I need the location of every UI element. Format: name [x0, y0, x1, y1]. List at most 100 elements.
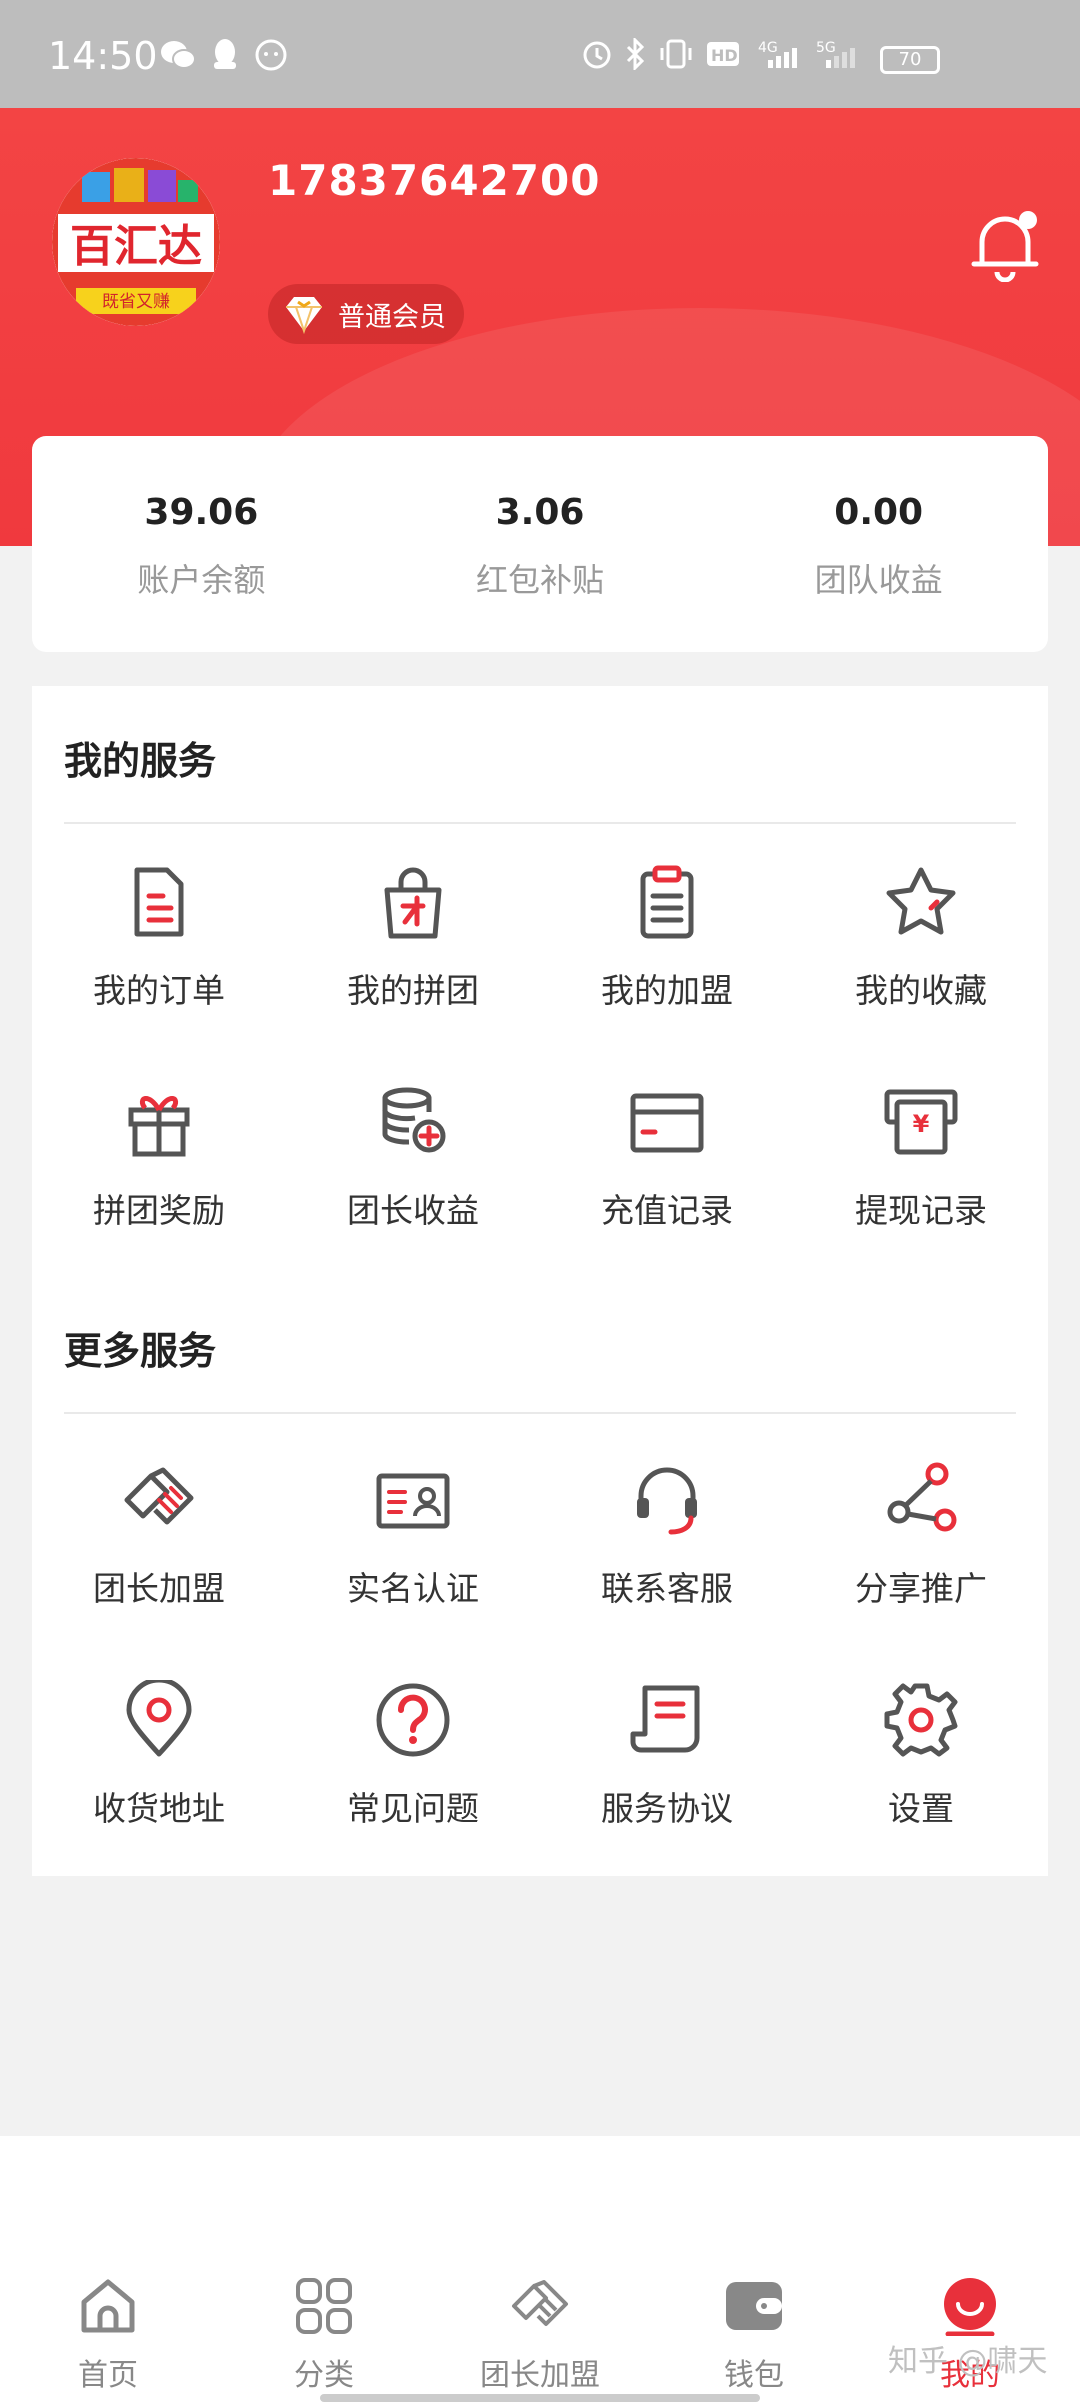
svg-text:5G: 5G — [816, 40, 836, 56]
service-contact-support[interactable]: 联系客服 — [540, 1460, 794, 1680]
withdraw-icon: ¥ — [884, 1089, 958, 1155]
signal-5g-icon: 5G — [816, 40, 855, 68]
group-bag-icon — [384, 867, 442, 939]
card-icon — [630, 1093, 704, 1153]
service-leader-income[interactable]: 团长收益 — [286, 1082, 540, 1302]
stat-red-packet[interactable]: 3.06 红包补贴 — [371, 436, 710, 652]
status-time: 14:50 — [48, 34, 158, 78]
headset-icon — [637, 1467, 697, 1535]
service-label: 团长加盟 — [93, 1569, 225, 1608]
gear-icon — [884, 1683, 958, 1757]
clipboard-icon — [640, 865, 694, 939]
service-share-promote[interactable]: 分享推广 — [794, 1460, 1048, 1680]
divider — [64, 822, 1016, 824]
coins-icon — [382, 1087, 446, 1153]
service-label: 我的收藏 — [855, 971, 987, 1010]
tab-label: 钱包 — [724, 2358, 784, 2393]
id-card-icon — [376, 1473, 450, 1529]
service-label: 服务协议 — [601, 1789, 733, 1828]
more-services-title: 更多服务 — [64, 1329, 217, 1373]
stat-label: 账户余额 — [137, 561, 266, 599]
svg-text:既省又赚: 既省又赚 — [102, 292, 170, 312]
service-my-favorites[interactable]: 我的收藏 — [794, 862, 1048, 1082]
divider — [64, 1412, 1016, 1414]
service-label: 我的加盟 — [601, 971, 733, 1010]
diamond-icon — [286, 297, 322, 335]
stat-label: 团队收益 — [814, 561, 943, 599]
message-icon — [255, 39, 287, 71]
member-level: 普通会员 — [338, 301, 446, 333]
qq-icon — [214, 39, 236, 69]
service-label: 常见问题 — [347, 1789, 479, 1828]
avatar[interactable]: 百汇达 既省又赚 — [52, 158, 220, 326]
bell-icon[interactable] — [970, 206, 1040, 282]
wallet-icon — [726, 2282, 782, 2330]
service-label: 拼团奖励 — [93, 1191, 225, 1230]
signal-4g-icon: 4G — [758, 40, 797, 68]
service-withdraw-record[interactable]: ¥ 提现记录 — [794, 1082, 1048, 1302]
service-label: 收货地址 — [93, 1789, 225, 1828]
vibrate-icon — [660, 39, 692, 69]
tab-category[interactable]: 分类 — [244, 2276, 404, 2396]
status-bar: 14:50 HD 4G 5G 70 — [0, 0, 1080, 108]
stat-value: 39.06 — [144, 492, 259, 533]
service-label: 实名认证 — [347, 1569, 479, 1608]
user-phone: 17837642700 — [268, 156, 601, 205]
profile-icon — [944, 2278, 996, 2336]
service-my-orders[interactable]: 我的订单 — [32, 862, 286, 1082]
stat-label: 红包补贴 — [476, 561, 605, 599]
service-label: 联系客服 — [601, 1569, 733, 1608]
alarm-icon — [583, 41, 611, 69]
tab-home[interactable]: 首页 — [28, 2276, 188, 2396]
wechat-icon — [161, 41, 196, 69]
service-faq[interactable]: 常见问题 — [286, 1680, 540, 1900]
service-label: 我的拼团 — [347, 971, 479, 1010]
handshake-icon — [512, 2280, 568, 2326]
bluetooth-icon — [626, 38, 645, 70]
tab-leader-join[interactable]: 团长加盟 — [460, 2276, 620, 2396]
service-shipping-address[interactable]: 收货地址 — [32, 1680, 286, 1900]
notification-icons — [160, 38, 288, 72]
system-icons: HD 4G 5G — [582, 38, 862, 70]
stat-value: 0.00 — [834, 492, 924, 533]
service-label: 提现记录 — [855, 1191, 987, 1230]
stat-balance[interactable]: 39.06 账户余额 — [32, 436, 371, 652]
gift-icon — [128, 1096, 190, 1157]
account-stats-card: 39.06 账户余额 3.06 红包补贴 0.00 团队收益 — [32, 436, 1048, 652]
battery-icon: 70 — [880, 46, 940, 74]
service-label: 我的订单 — [93, 971, 225, 1010]
tab-wallet[interactable]: 钱包 — [674, 2276, 834, 2396]
service-my-franchise[interactable]: 我的加盟 — [540, 862, 794, 1082]
share-icon — [887, 1462, 957, 1532]
service-real-name[interactable]: 实名认证 — [286, 1460, 540, 1680]
service-recharge-record[interactable]: 充值记录 — [540, 1082, 794, 1302]
services-card: 我的服务 我的订单 我的拼团 我的加盟 我的收藏 拼团奖励 团长收益 充值记录 … — [32, 686, 1048, 1876]
svg-text:百汇达: 百汇达 — [70, 221, 202, 272]
service-label: 设置 — [888, 1789, 954, 1828]
service-group-reward[interactable]: 拼团奖励 — [32, 1082, 286, 1302]
member-badge[interactable]: 普通会员 — [268, 284, 464, 344]
agreement-icon — [630, 1685, 700, 1753]
service-settings[interactable]: 设置 — [794, 1680, 1048, 1900]
order-doc-icon — [134, 867, 184, 937]
location-icon — [126, 1680, 192, 1757]
battery-level: 70 — [898, 49, 922, 70]
service-my-group[interactable]: 我的拼团 — [286, 862, 540, 1082]
home-indicator[interactable] — [320, 2394, 760, 2402]
star-icon — [886, 867, 956, 935]
tab-label: 首页 — [78, 2358, 138, 2393]
svg-text:4G: 4G — [758, 40, 778, 56]
home-icon — [81, 2279, 135, 2333]
service-label: 分享推广 — [855, 1569, 987, 1608]
watermark: 知乎 @啸天 — [888, 2344, 1048, 2379]
avatar-logo: 百汇达 既省又赚 — [52, 158, 220, 326]
tab-label: 团长加盟 — [480, 2358, 600, 2393]
question-icon — [376, 1683, 450, 1757]
stat-value: 3.06 — [495, 492, 585, 533]
service-leader-join[interactable]: 团长加盟 — [32, 1460, 286, 1680]
my-services-grid: 我的订单 我的拼团 我的加盟 我的收藏 拼团奖励 团长收益 充值记录 ¥ 提现记 — [32, 862, 1048, 1302]
stat-team-income[interactable]: 0.00 团队收益 — [709, 436, 1048, 652]
my-services-title: 我的服务 — [64, 739, 217, 783]
service-agreement[interactable]: 服务协议 — [540, 1680, 794, 1900]
service-label: 团长收益 — [347, 1191, 479, 1230]
